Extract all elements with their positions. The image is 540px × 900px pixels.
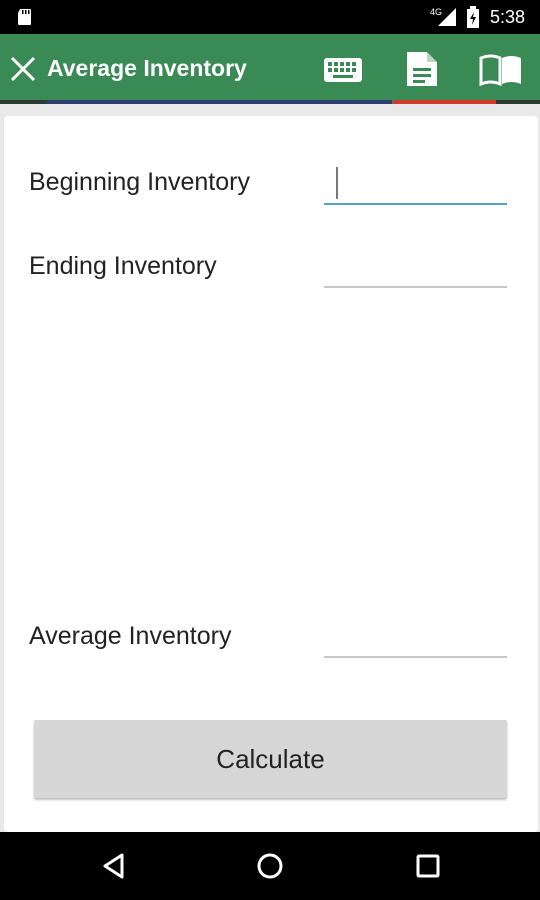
back-icon[interactable] — [100, 852, 128, 880]
beginning-inventory-underline — [324, 203, 507, 205]
navigation-bar — [0, 832, 540, 900]
sd-card-icon — [18, 9, 31, 25]
beginning-inventory-label: Beginning Inventory — [29, 168, 250, 196]
document-icon[interactable] — [404, 50, 440, 88]
home-icon[interactable] — [256, 852, 284, 880]
calculate-button[interactable]: Calculate — [34, 720, 507, 798]
tab-divider — [0, 100, 46, 104]
signal-icon: 4G — [430, 7, 456, 26]
recents-icon[interactable] — [414, 852, 442, 880]
ending-inventory-input[interactable] — [324, 247, 511, 289]
status-bar: 4G 5:38 — [0, 0, 540, 34]
beginning-inventory-input[interactable] — [324, 164, 511, 206]
active-tab-indicator — [393, 100, 496, 104]
keyboard-icon[interactable] — [322, 50, 364, 88]
book-icon[interactable] — [478, 50, 524, 88]
tab-divider — [496, 100, 540, 104]
battery-charging-icon — [467, 6, 479, 28]
page-title: Average Inventory — [47, 55, 247, 81]
average-inventory-label: Average Inventory — [29, 622, 232, 650]
ending-inventory-label: Ending Inventory — [29, 252, 217, 280]
average-inventory-underline — [324, 656, 507, 658]
close-icon[interactable] — [8, 54, 38, 84]
status-time: 5:38 — [490, 7, 526, 27]
app-bar: Average Inventory — [0, 34, 540, 104]
network-type: 4G — [430, 7, 442, 17]
text-cursor — [336, 167, 338, 199]
tab-divider — [46, 100, 392, 104]
ending-inventory-underline — [324, 286, 507, 288]
average-inventory-output[interactable] — [324, 617, 511, 659]
